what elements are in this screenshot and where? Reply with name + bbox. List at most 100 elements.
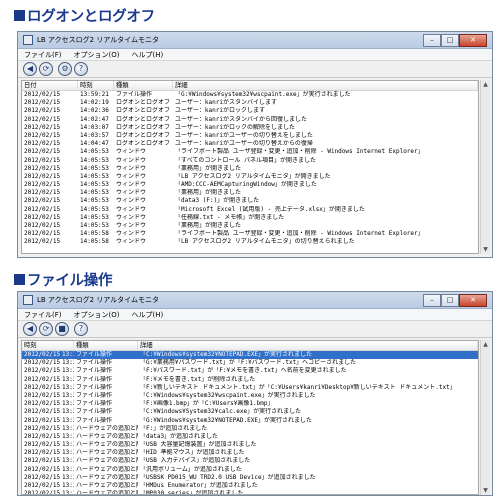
menu-file[interactable]: ファイル(F) [18,50,68,60]
table-row[interactable]: 2012/02/15 14:05:53 ウィンドウ 「任務線.txt - メモ帳」が開… [22,214,478,222]
cell-time: 13:32:52 [62,375,74,383]
cell-detail: 「業務用」が開きました [175,222,242,229]
close-button[interactable]: ✕ [459,33,487,47]
cell-detail: ユーザー：kanriがロックします [175,107,265,115]
column-header-type[interactable]: 種類 [114,81,173,90]
table-row[interactable]: 2012/02/1513:32:52ハードウェアの追加と削除「MP030 ser… [22,490,478,494]
help-icon[interactable]: ? [74,322,88,336]
table-row[interactable]: 2012/02/15 14:04:47 ログオンとログオフ ユーザー：kanriがユー… [22,140,478,148]
table-row[interactable]: 2012/02/15 14:02:36 ログオンとログオフ ユーザー：kanriがロッ… [22,107,478,115]
column-header-time[interactable]: 時刻 [78,81,114,90]
cell-date: 2012/02/15 [24,115,61,123]
table-row[interactable]: 2012/02/1513:32:52ハードウェアの追加と削除「F:」が追加されま… [22,425,478,433]
menu-options[interactable]: オプション(O) [68,310,126,320]
table-row[interactable]: 2012/02/1513:32:52ハードウェアの追加と削除「USB 大容量記憶… [22,441,478,449]
menu-options[interactable]: オプション(O) [68,50,126,60]
table-row[interactable]: 2012/02/15 14:05:53 ウィンドウ 「すべてのコントロール パネル項目… [22,157,478,165]
title-bar[interactable]: LB アクセスログ2 リアルタイムモニタ – □ ✕ [18,32,492,49]
table-row[interactable]: 2012/02/1513:32:52ファイル操作 「G:¥Windows¥syst… [22,417,478,425]
cell-date: 2012/02/15 [24,416,60,424]
close-button[interactable]: ✕ [459,293,487,307]
table-row[interactable]: 2012/02/1513:32:52ファイル操作 「C:¥Windows¥Syst… [22,408,478,416]
vertical-scrollbar[interactable]: ▲ ▼ [480,340,490,495]
table-row[interactable]: 2012/02/15 14:03:57 ログオンとログオフ ユーザー：kanriがユー… [22,132,478,140]
table-row[interactable]: 2012/02/1513:32:52ファイル操作 「F:¥パスワード.txt」が「… [22,367,478,375]
table-row[interactable]: 2012/02/15 14:05:53 ウィンドウ 「LB アクセスログ2 リアルタイ… [22,173,478,181]
cell-date: 2012/02/15 [24,400,60,408]
table-row[interactable]: 2012/02/15 14:05:53 ウィンドウ 「Microsoft Excel … [22,206,478,214]
column-header-time[interactable]: 時刻 [22,341,74,350]
table-row[interactable]: 2012/02/1513:32:52ハードウェアの追加と削除「data3」が追加… [22,433,478,441]
cell-date: 2012/02/15 [24,123,61,131]
help-icon[interactable]: ? [74,62,88,76]
scroll-up-icon[interactable]: ▲ [481,340,490,349]
table-row[interactable]: 2012/02/15 14:05:53 ウィンドウ 「ライフボート製品 ユーザ登録・変… [22,148,478,156]
table-row[interactable]: 2012/02/1513:32:52ハードウェアの追加と削除「USBSK PD0… [22,474,478,482]
cell-time: 13:59:21 [80,91,109,98]
cell-time: 13:32:52 [62,424,74,432]
scroll-up-icon[interactable]: ▲ [481,80,490,89]
table-row[interactable]: 2012/02/1513:32:52ファイル操作 「F:¥メモを書き.txt」が削… [22,376,478,384]
table-row[interactable]: 2012/02/15 14:05:53 ウィンドウ 「AMD:CCC-AEMCaptu… [22,181,478,189]
table-row[interactable]: 2012/02/15 14:02:47 ログオンとログオフ ユーザー：kanriがスタ… [22,116,478,124]
table-row[interactable]: 2012/02/15 14:05:58 ウィンドウ 「LB アクセスログ2 リアルタイ… [22,238,478,246]
scroll-down-icon[interactable]: ▼ [481,245,490,254]
toolbar: ◀ ⟳ ■ ? [18,321,492,338]
menu-file[interactable]: ファイル(F) [18,310,68,320]
table-row[interactable]: 2012/02/15 14:05:53 ウィンドウ 「data3 (F:)」が開きまし… [22,197,478,205]
table-row[interactable]: 2012/02/15 14:03:07 ログオンとログオフ ユーザー：kanriがロッ… [22,124,478,132]
cell-detail: 「F:¥パスワード.txt」が「F:¥メモを書き.txt」へ名前を変更されました [140,367,347,375]
cell-detail: ユーザー：kanriがスタンバイから回復しました [175,115,307,123]
table-row[interactable]: 2012/02/15 14:05:53 ウィンドウ 「業務用」が開きました [22,165,478,173]
menu-help[interactable]: ヘルプ(H) [125,50,169,60]
refresh-icon[interactable]: ⟳ [39,62,53,76]
title-bar[interactable]: LB アクセスログ2 リアルタイムモニタ – □ ✕ [18,292,492,309]
table-row[interactable]: 2012/02/1513:32:52ハードウェアの追加と削除「HMDus Enu… [22,482,478,490]
cell-detail: 「ライフボート製品 ユーザ登録・変更・追加・削除 - Windows Inter… [175,148,424,156]
cell-time: 14:05:53 [80,172,109,180]
minimize-button[interactable]: – [423,33,441,47]
scroll-down-icon[interactable]: ▼ [481,486,490,495]
cell-type: ハードウェアの追加と削除 [76,457,138,465]
table-row[interactable]: 2012/02/15 14:05:58 ウィンドウ 「ライフボート製品 ユーザ登録・変… [22,230,478,238]
minimize-button[interactable]: – [423,293,441,307]
column-header-detail[interactable]: 詳細 [138,341,478,350]
cell-date: 2012/02/15 [24,99,61,107]
column-header-detail[interactable]: 詳細 [173,81,478,90]
settings-icon[interactable]: ⚙ [58,62,72,76]
cell-date: 2012/02/15 [24,181,61,189]
log-list[interactable]: 日付 時刻 種類 詳細 2012/02/15 13:59:21 ファイル操作 「G:¥… [21,80,479,254]
table-row[interactable]: 2012/02/1513:32:52ファイル操作 「C:¥Windows¥syst… [22,392,478,400]
table-row[interactable]: 2012/02/15 14:05:53 ウィンドウ 「業務用」が開きました [22,189,478,197]
back-icon[interactable]: ◀ [23,322,37,336]
maximize-button[interactable]: □ [441,293,459,307]
cell-time: 13:32:52 [62,359,74,367]
cell-detail: 「F:」が追加されました [140,424,208,432]
table-row[interactable]: 2012/02/1513:32:52ファイル操作 「G:¥業務用¥パスワード.tx… [22,359,478,367]
maximize-button[interactable]: □ [441,33,459,47]
cell-type: ファイル操作 [76,383,113,391]
cell-type: ハードウェアの追加と削除 [76,449,138,457]
table-row[interactable]: 2012/02/1513:32:52ハードウェアの追加と削除「汎用ボリューム」が… [22,466,478,474]
table-row[interactable]: 2012/02/1513:32:52ハードウェアの追加と削除「USB 入力デバイ… [22,457,478,465]
cell-type: ログオンとログオフ [116,140,171,148]
menu-help[interactable]: ヘルプ(H) [125,310,169,320]
vertical-scrollbar[interactable]: ▲ ▼ [480,80,490,254]
log-list[interactable]: 時刻 種類 詳細 2012/02/1513:32:52ファイル操作「C:¥Win… [21,340,479,495]
cell-time: 13:32:52 [62,482,74,489]
refresh-icon[interactable]: ⟳ [39,322,53,336]
table-row[interactable]: 2012/02/15 14:02:19 ログオンとログオフ ユーザー：kanriがスタ… [22,99,478,107]
cell-type: ファイル操作 [116,91,153,98]
column-header-type[interactable]: 種類 [74,341,138,350]
cell-detail: 「任務線.txt - メモ帳」が開きました [175,213,285,221]
stop-icon[interactable]: ■ [55,322,69,336]
table-row[interactable]: 2012/02/1513:32:52ファイル操作 「F:¥新しいテキスト ドキュメ… [22,384,478,392]
table-row[interactable]: 2012/02/1513:32:52ファイル操作 「C:¥Windows¥syst… [22,351,478,360]
table-row[interactable]: 2012/02/15 14:05:53 ウィンドウ 「業務用」が開きました [22,222,478,230]
back-icon[interactable]: ◀ [23,62,37,76]
table-row[interactable]: 2012/02/1513:32:52ハードウェアの追加と削除「HID 準拠マウス… [22,449,478,457]
table-row[interactable]: 2012/02/15 13:59:21 ファイル操作 「G:¥Windows¥syst… [22,91,478,99]
column-header-date[interactable]: 日付 [22,81,78,90]
cell-detail: 「LB アクセスログ2 リアルタイムモニタ」の切り替えられました [175,238,355,246]
table-row[interactable]: 2012/02/1513:32:52ファイル操作 「F:¥画像1.bmp」が「C:… [22,400,478,408]
